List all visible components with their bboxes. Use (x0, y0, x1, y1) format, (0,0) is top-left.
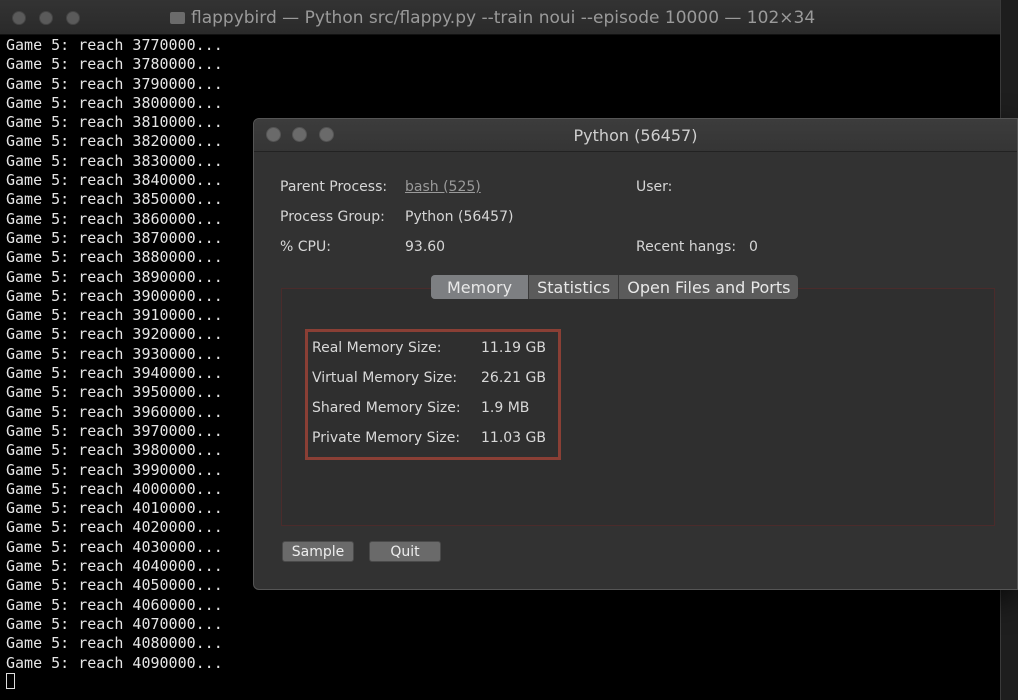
terminal-line: Game 5: reach 3800000... (6, 93, 223, 112)
terminal-line: Game 5: reach 4060000... (6, 595, 223, 614)
terminal-line: Game 5: reach 3860000... (6, 209, 223, 228)
terminal-line: Game 5: reach 3830000... (6, 151, 223, 170)
terminal-line: Game 5: reach 3820000... (6, 132, 223, 151)
terminal-line: Game 5: reach 3980000... (6, 441, 223, 460)
terminal-line: Game 5: reach 3880000... (6, 248, 223, 267)
terminal-title: flappybird — Python src/flappy.py --trai… (170, 8, 815, 28)
terminal-line: Game 5: reach 3810000... (6, 113, 223, 132)
terminal-line: Game 5: reach 3920000... (6, 325, 223, 344)
terminal-line: Game 5: reach 3770000... (6, 36, 223, 54)
cpu-value: 93.60 (405, 239, 446, 255)
zoom-window-button[interactable] (66, 11, 80, 25)
quit-button[interactable]: Quit (369, 541, 441, 562)
process-group-label: Process Group: (280, 209, 385, 225)
terminal-prompt-line (6, 672, 223, 692)
terminal-line: Game 5: reach 3850000... (6, 190, 223, 209)
terminal-line: Game 5: reach 4090000... (6, 653, 223, 672)
parent-process-link[interactable]: bash (525) (405, 179, 481, 195)
tab-open-files-and-ports[interactable]: Open Files and Ports (619, 275, 798, 299)
terminal-line: Game 5: reach 4020000... (6, 518, 223, 537)
terminal-line: Game 5: reach 3960000... (6, 402, 223, 421)
minimize-window-button[interactable] (39, 11, 53, 25)
process-group-value: Python (56457) (405, 209, 514, 225)
close-window-button[interactable] (12, 11, 26, 25)
terminal-line: Game 5: reach 4080000... (6, 634, 223, 653)
tab-memory[interactable]: Memory (431, 275, 530, 299)
private-memory-value: 11.03 GB (481, 430, 546, 446)
terminal-line: Game 5: reach 4050000... (6, 576, 223, 595)
user-label: User: (636, 179, 673, 195)
terminal-line: Game 5: reach 3950000... (6, 383, 223, 402)
terminal-line: Game 5: reach 3780000... (6, 55, 223, 74)
terminal-line: Game 5: reach 3870000... (6, 228, 223, 247)
terminal-line: Game 5: reach 3910000... (6, 306, 223, 325)
terminal-line: Game 5: reach 3930000... (6, 344, 223, 363)
terminal-line: Game 5: reach 3940000... (6, 364, 223, 383)
recent-hangs-value: 0 (749, 239, 758, 255)
terminal-line: Game 5: reach 4030000... (6, 537, 223, 556)
terminal-line: Game 5: reach 4000000... (6, 479, 223, 498)
cpu-label: % CPU: (280, 239, 331, 255)
terminal-line: Game 5: reach 4040000... (6, 557, 223, 576)
dialog-titlebar[interactable]: Python (56457) (254, 119, 1017, 152)
terminal-line: Game 5: reach 3900000... (6, 286, 223, 305)
terminal-line: Game 5: reach 4070000... (6, 614, 223, 633)
terminal-line: Game 5: reach 3840000... (6, 171, 223, 190)
real-memory-value: 11.19 GB (481, 340, 546, 356)
shared-memory-value: 1.9 MB (481, 400, 530, 416)
terminal-cursor (6, 672, 15, 689)
recent-hangs-label: Recent hangs: (636, 239, 737, 255)
tab-bar: Memory Statistics Open Files and Ports (431, 275, 799, 299)
terminal-line: Game 5: reach 3990000... (6, 460, 223, 479)
real-memory-label: Real Memory Size: (312, 340, 442, 356)
terminal-output[interactable]: Game 5: reach 3770000... Game 5: reach 37… (6, 36, 223, 692)
sample-button[interactable]: Sample (282, 541, 354, 562)
terminal-line: Game 5: reach 3790000... (6, 74, 223, 93)
terminal-line: Game 5: reach 3890000... (6, 267, 223, 286)
tab-statistics[interactable]: Statistics (529, 275, 620, 299)
virtual-memory-label: Virtual Memory Size: (312, 370, 458, 386)
shared-memory-label: Shared Memory Size: (312, 400, 461, 416)
process-inspector-window: Python (56457) Parent Process: bash (525… (253, 118, 1018, 590)
virtual-memory-value: 26.21 GB (481, 370, 546, 386)
terminal-line: Game 5: reach 3970000... (6, 421, 223, 440)
folder-icon (170, 12, 185, 24)
parent-process-label: Parent Process: (280, 179, 388, 195)
terminal-line: Game 5: reach 4010000... (6, 499, 223, 518)
dialog-title: Python (56457) (573, 126, 698, 145)
private-memory-label: Private Memory Size: (312, 430, 461, 446)
terminal-titlebar[interactable]: flappybird — Python src/flappy.py --trai… (0, 0, 1000, 35)
